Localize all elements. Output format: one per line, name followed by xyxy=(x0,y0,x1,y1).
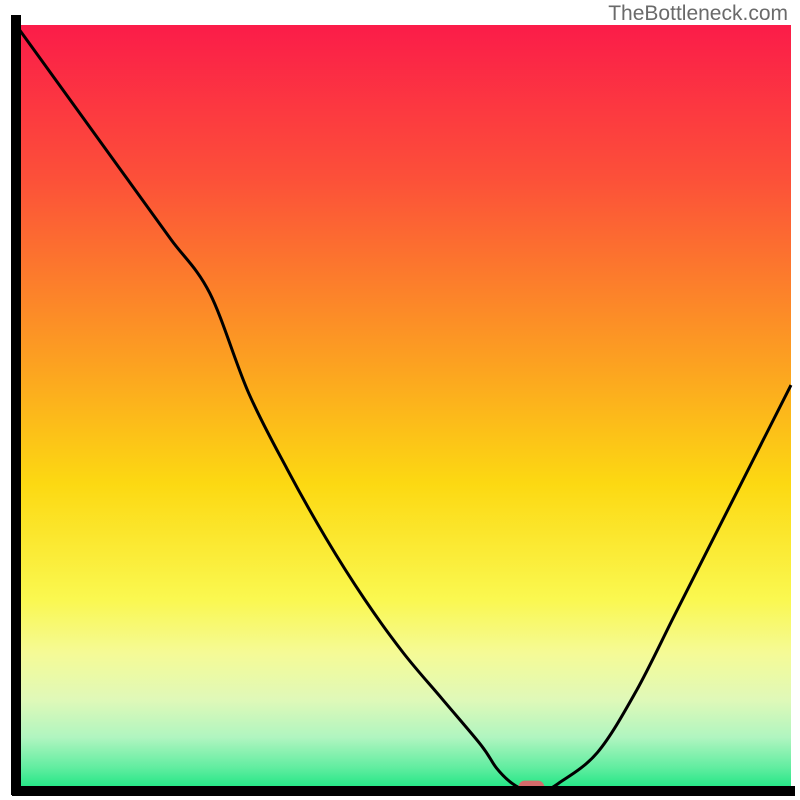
gradient-background xyxy=(16,25,791,791)
bottleneck-chart: TheBottleneck.com xyxy=(0,0,800,800)
chart-svg xyxy=(0,0,800,800)
watermark-label: TheBottleneck.com xyxy=(608,2,788,26)
